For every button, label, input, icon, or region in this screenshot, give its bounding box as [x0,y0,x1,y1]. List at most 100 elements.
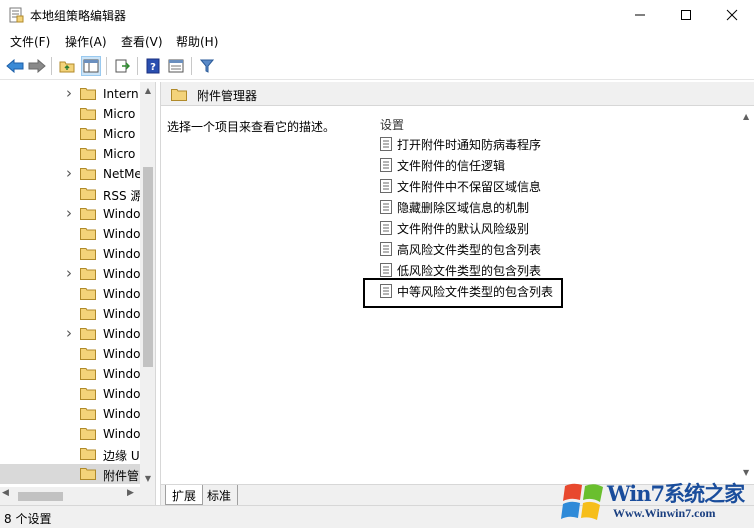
menu-action[interactable]: 操作(A) [65,33,107,50]
tree-item[interactable]: RSS 源 [0,184,140,204]
tree-item[interactable]: › Windo [0,324,140,344]
menu-help[interactable]: 帮助(H) [176,33,218,50]
scroll-right-icon[interactable]: ▶ [127,488,134,498]
policy-editor-icon [9,7,24,23]
setting-item[interactable]: 低风险文件类型的包含列表 [380,260,610,280]
policy-setting-icon [380,179,392,193]
show-hide-tree-button[interactable] [81,56,101,76]
folder-icon [80,347,96,360]
tree-item-label: Windo [103,327,140,341]
setting-label: 低风险文件类型的包含列表 [397,264,542,278]
scroll-down-icon[interactable]: ▼ [140,470,155,487]
tree-horizontal-scrollbar[interactable]: ◀ ▶ [0,487,155,505]
expand-chevron-icon[interactable]: › [66,164,72,182]
expand-chevron-icon[interactable]: › [66,204,72,222]
tree-item[interactable]: › Intern [0,84,140,104]
folder-icon [171,89,187,101]
tree-hscroll-thumb[interactable] [18,492,63,501]
setting-item[interactable]: 打开附件时通知防病毒程序 [380,134,610,154]
tree-item[interactable]: › Windo [0,264,140,284]
watermark-brand: Win7系统之家 [607,481,745,506]
folder-icon [80,107,96,120]
tree-item[interactable]: Windo [0,304,140,324]
policy-setting-icon [380,137,392,151]
tree-item[interactable]: Windo [0,284,140,304]
details-header-title: 附件管理器 [197,89,258,103]
help-button[interactable]: ? [143,56,163,76]
tree-item-label: Windo [103,307,140,321]
setting-label: 隐藏删除区域信息的机制 [397,201,530,215]
tree-item-label: Windo [103,387,140,401]
tree-item[interactable]: Micro [0,144,140,164]
toolbar-separator [137,57,138,75]
minimize-button[interactable] [617,0,663,30]
highlight-box [363,278,563,308]
setting-item[interactable]: 高风险文件类型的包含列表 [380,239,610,259]
tree-item[interactable]: 边缘 U [0,444,140,464]
expand-chevron-icon[interactable]: › [66,84,72,102]
tree-item-label: RSS 源 [103,189,140,203]
folder-icon [80,87,96,100]
setting-item[interactable]: 文件附件的信任逻辑 [380,155,610,175]
folder-icon [80,387,96,400]
menu-file[interactable]: 文件(F) [10,33,50,50]
filter-button[interactable] [197,56,217,76]
description-text: 选择一个项目来查看它的描述。 [167,120,336,134]
setting-label: 文件附件的默认风险级别 [397,222,530,236]
tree-item[interactable]: Micro [0,104,140,124]
folder-icon [80,267,96,280]
policy-setting-icon [380,221,392,235]
tab-extended[interactable]: 扩展 [165,485,204,505]
forward-arrow-icon [28,59,46,73]
title-bar: 本地组策略编辑器 [0,0,754,30]
tree-item-label: NetMe [103,167,140,181]
expand-chevron-icon[interactable]: › [66,324,72,342]
maximize-button[interactable] [663,0,709,30]
menu-view[interactable]: 查看(V) [121,33,163,50]
close-icon [726,9,738,21]
folder-icon [80,467,96,480]
tree-item[interactable]: › NetMe [0,164,140,184]
tree-item[interactable]: Windo [0,424,140,444]
tree-item[interactable]: Micro [0,124,140,144]
tree-item-label: Windo [103,267,140,281]
settings-column-header[interactable]: 设置 [380,116,404,133]
tree-item[interactable]: Windo [0,244,140,264]
folder-icon [80,447,96,460]
watermark: Win7系统之家 Www.Winwin7.com [555,472,754,528]
tree-item-label: Windo [103,407,140,421]
tree-item-label: Windo [103,367,140,381]
scroll-left-icon[interactable]: ◀ [2,488,9,498]
policy-setting-icon [380,242,392,256]
tree-item[interactable]: Windo [0,384,140,404]
folder-icon [80,227,96,240]
tree-item[interactable]: Windo [0,344,140,364]
setting-item[interactable]: 文件附件中不保留区域信息 [380,176,610,196]
up-level-button[interactable] [57,56,77,76]
forward-button[interactable] [27,56,47,76]
toolbar: ? [0,52,754,80]
tree-item[interactable]: 附件管 [0,464,140,484]
setting-label: 文件附件的信任逻辑 [397,159,506,173]
export-list-button[interactable] [112,56,132,76]
tree-item[interactable]: Windo [0,404,140,424]
tree-item[interactable]: Windo [0,364,140,384]
status-text: 8 个设置 [4,512,52,526]
scroll-up-icon[interactable]: ▲ [140,82,155,99]
scroll-up-icon[interactable]: ▲ [743,112,749,121]
tree-item[interactable]: › Windo [0,204,140,224]
setting-label: 文件附件中不保留区域信息 [397,180,542,194]
expand-chevron-icon[interactable]: › [66,264,72,282]
settings-scrollbar[interactable]: ▲ ▼ [736,106,754,484]
tab-standard[interactable]: 标准 [201,485,239,505]
tree-pane: ▲ ▼ ◀ ▶ › Intern Micro Micro Micro › NetMe RSS … [0,82,156,505]
tree-scroll-thumb[interactable] [143,167,153,367]
help-icon: ? [146,58,160,74]
back-button[interactable] [5,56,25,76]
tree-item[interactable]: Windo [0,224,140,244]
properties-button[interactable] [166,56,186,76]
show-hide-tree-icon [83,59,99,73]
close-button[interactable] [709,0,754,30]
setting-item[interactable]: 文件附件的默认风险级别 [380,218,610,238]
setting-item[interactable]: 隐藏删除区域信息的机制 [380,197,610,217]
